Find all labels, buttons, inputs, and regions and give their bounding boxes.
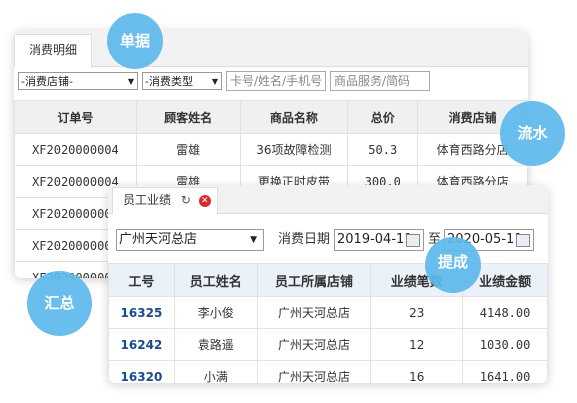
cell-staff-store: 广州天河总店 bbox=[256, 328, 372, 361]
col-header-staff-name: 员工姓名 bbox=[173, 263, 258, 297]
cell-perf-count: 23 bbox=[370, 296, 464, 329]
cell-total: 50.3 bbox=[347, 133, 419, 166]
badge-danju: 单据 bbox=[107, 13, 163, 69]
calendar-icon[interactable] bbox=[516, 234, 530, 247]
type-select-value: -消费类型 bbox=[145, 75, 193, 88]
store-select[interactable]: 广州天河总店 ▼ bbox=[116, 229, 264, 251]
store-select-value: 广州天河总店 bbox=[119, 232, 198, 247]
store-select[interactable]: -消费店铺- ▼ bbox=[18, 72, 138, 90]
staff-performance-window: 员工业绩 ↻ ✕ 广州天河总店 ▼ 消费日期 2019-04-11 至 2020… bbox=[108, 185, 548, 383]
cell-perf-amount: 1641.00 bbox=[462, 360, 548, 383]
col-header-staff-store: 员工所属店铺 bbox=[256, 263, 372, 297]
cell-staff-name: 李小俊 bbox=[173, 296, 258, 329]
filter-bar: -消费店铺- ▼ -消费类型 ▼ 卡号/姓名/手机号 商品服务/简码 bbox=[18, 71, 528, 92]
chevron-down-icon: ▼ bbox=[127, 77, 134, 86]
cell-staff-id[interactable]: 16325 bbox=[108, 296, 175, 329]
badge-huizong: 汇总 bbox=[27, 271, 92, 336]
col-header-goods: 商品名称 bbox=[239, 100, 349, 134]
col-header-order-no: 订单号 bbox=[14, 100, 137, 134]
date-label: 消费日期 bbox=[278, 232, 331, 247]
col-header-total: 总价 bbox=[347, 100, 419, 134]
cell-staff-store: 广州天河总店 bbox=[256, 360, 372, 383]
cell-staff-name: 袁路遥 bbox=[173, 328, 258, 361]
tab-consumption-detail[interactable]: 消费明细 bbox=[14, 34, 93, 67]
badge-liushui: 流水 bbox=[500, 101, 565, 166]
badge-ticheng: 提成 bbox=[425, 237, 481, 293]
table-header-row: 订单号 顾客姓名 商品名称 总价 消费店铺 bbox=[14, 100, 528, 134]
cell-staff-id[interactable]: 16320 bbox=[108, 360, 175, 383]
table-header-row: 工号 员工姓名 员工所属店铺 业绩笔数 业绩金额 bbox=[108, 263, 548, 297]
cell-goods: 36项故障检测 bbox=[239, 133, 349, 166]
close-icon[interactable]: ✕ bbox=[198, 194, 211, 207]
table-row[interactable]: 16325 李小俊 广州天河总店 23 4148.00 bbox=[108, 296, 548, 329]
cell-order-no: XF2020000004 bbox=[14, 133, 137, 166]
tab-bar: 员工业绩 ↻ ✕ bbox=[108, 185, 548, 214]
tab-staff-performance[interactable]: 员工业绩 ↻ ✕ bbox=[112, 187, 218, 214]
date-from-input[interactable]: 2019-04-11 bbox=[334, 229, 424, 251]
cell-staff-name: 小满 bbox=[173, 360, 258, 383]
col-header-staff-id: 工号 bbox=[108, 263, 175, 297]
date-from-value: 2019-04-11 bbox=[337, 232, 413, 247]
type-select[interactable]: -消费类型 ▼ bbox=[142, 72, 222, 90]
filter-bar: 广州天河总店 ▼ 消费日期 2019-04-11 至 2020-05-11 bbox=[116, 229, 548, 251]
calendar-icon[interactable] bbox=[406, 234, 420, 247]
chevron-down-icon: ▼ bbox=[250, 235, 257, 245]
goods-search-input[interactable]: 商品服务/简码 bbox=[330, 71, 430, 91]
table-row[interactable]: 16320 小满 广州天河总店 16 1641.00 bbox=[108, 360, 548, 383]
cell-staff-id[interactable]: 16242 bbox=[108, 328, 175, 361]
tab-label: 员工业绩 bbox=[123, 193, 172, 207]
cell-perf-amount: 4148.00 bbox=[462, 296, 548, 329]
table-row[interactable]: XF2020000004 雷雄 36项故障检测 50.3 体育西路分店 bbox=[14, 133, 528, 166]
staff-performance-table: 工号 员工姓名 员工所属店铺 业绩笔数 业绩金额 16325 李小俊 广州天河总… bbox=[108, 263, 548, 383]
cell-staff-store: 广州天河总店 bbox=[256, 296, 372, 329]
cell-perf-amount: 1030.00 bbox=[462, 328, 548, 361]
cell-perf-count: 16 bbox=[370, 360, 464, 383]
refresh-icon[interactable]: ↻ bbox=[181, 188, 191, 212]
cell-customer: 雷雄 bbox=[135, 133, 241, 166]
card-search-input[interactable]: 卡号/姓名/手机号 bbox=[226, 71, 326, 91]
col-header-customer: 顾客姓名 bbox=[135, 100, 241, 134]
cell-perf-count: 12 bbox=[370, 328, 464, 361]
store-select-value: -消费店铺- bbox=[21, 75, 73, 88]
table-row[interactable]: 16242 袁路遥 广州天河总店 12 1030.00 bbox=[108, 328, 548, 361]
tab-bar: 消费明细 bbox=[14, 30, 528, 67]
chevron-down-icon: ▼ bbox=[211, 77, 218, 86]
